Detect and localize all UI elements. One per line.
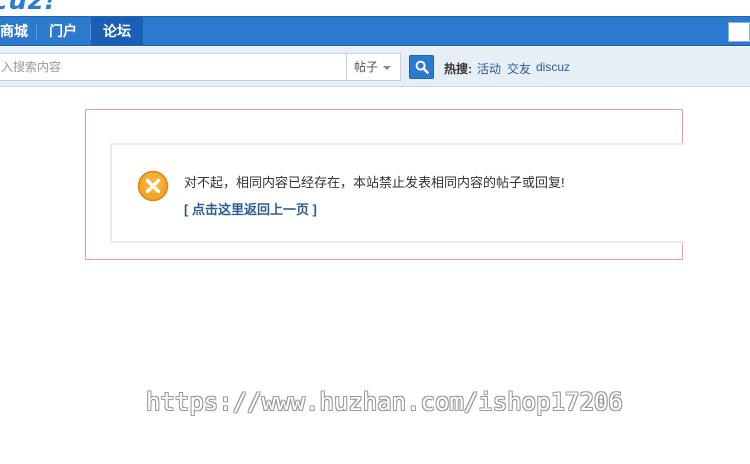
hot-search-link[interactable]: 交友 <box>507 60 531 77</box>
error-icon <box>137 170 169 202</box>
alert-message: 对不起，相同内容已经存在，本站禁止发表相同内容的帖子或回复! <box>184 175 565 190</box>
watermark-text: https://www.huzhan.com/ishop17206 <box>146 388 623 416</box>
chevron-down-icon <box>383 66 391 70</box>
search-type-select[interactable]: 帖子 <box>346 53 401 81</box>
back-link[interactable]: [ 点击这里返回上一页 ] <box>184 199 317 218</box>
nav-user-box[interactable] <box>728 22 750 42</box>
search-button[interactable] <box>409 55 434 79</box>
logo-bar: cuz! <box>0 0 750 16</box>
nav-item-forum[interactable]: 论坛 <box>91 17 143 46</box>
hot-search-link[interactable]: 活动 <box>477 60 501 77</box>
nav-item-portal[interactable]: 门户 <box>37 17 89 46</box>
search-type-label: 帖子 <box>354 60 379 74</box>
hot-search-label: 热搜: <box>444 62 472 76</box>
search-input[interactable]: 入搜索内容 <box>0 53 346 81</box>
main-nav: 商城 门户 论坛 <box>0 16 750 46</box>
search-bar: 入搜索内容 帖子 热搜: 活动 交友 discuz <box>0 47 750 87</box>
alert-message-panel <box>110 143 685 243</box>
search-icon <box>415 60 429 74</box>
hot-search-link[interactable]: discuz <box>536 60 570 74</box>
site-logo[interactable]: cuz! <box>0 0 57 16</box>
nav-item-mall[interactable]: 商城 <box>0 17 40 46</box>
